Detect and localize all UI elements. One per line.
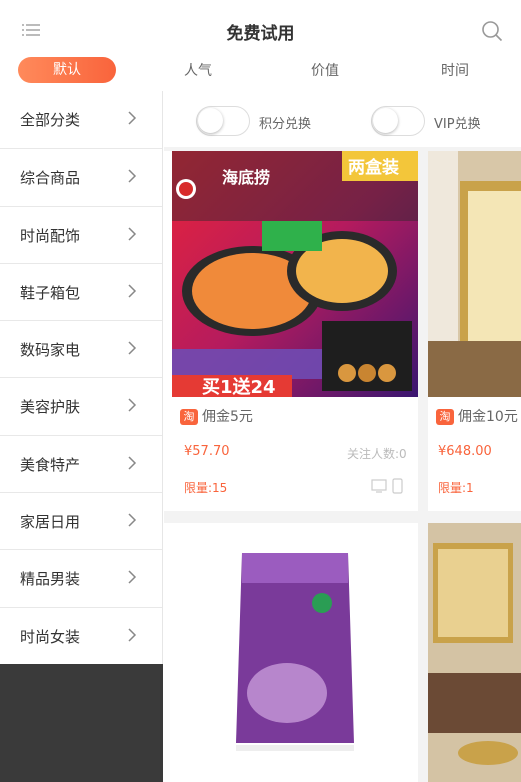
chevron-right-icon bbox=[128, 111, 137, 125]
chevron-right-icon bbox=[128, 284, 137, 298]
chevron-right-icon bbox=[128, 227, 137, 241]
vip-exchange-toggle[interactable] bbox=[371, 106, 425, 136]
quantity-limit: 限量:1 bbox=[438, 481, 474, 495]
product-card[interactable] bbox=[164, 523, 418, 782]
commission-label: 淘佣金10元 bbox=[436, 406, 518, 426]
product-image: 海底捞 两盒装 买1送24 bbox=[172, 151, 418, 397]
product-card[interactable]: 淘佣金10元 ¥648.00 限量:1 bbox=[428, 151, 521, 511]
tab-default[interactable]: 默认 bbox=[18, 57, 116, 83]
commission-text: 佣金5元 bbox=[202, 409, 253, 425]
page-title: 免费试用 bbox=[226, 24, 295, 44]
sidebar-item-home[interactable]: 家居日用 bbox=[0, 492, 162, 549]
sidebar-item-label: 美食特产 bbox=[20, 455, 81, 474]
product-list: 积分兑换 VIP兑换 海底捞 两盒装 买1送24 淘 佣金5元 ¥57.70 关… bbox=[164, 91, 521, 782]
commission-tag-icon: 淘 bbox=[436, 409, 454, 425]
sidebar-item-beauty[interactable]: 美容护肤 bbox=[0, 377, 162, 434]
sidebar-item-label: 综合商品 bbox=[20, 169, 81, 188]
sidebar-item-food[interactable]: 美食特产 bbox=[0, 434, 162, 492]
commission-tag-icon: 淘 bbox=[180, 409, 198, 425]
tab-popularity[interactable]: 人气 bbox=[184, 60, 212, 80]
product-card[interactable]: 海底捞 两盒装 买1送24 淘佣金5元 ¥57.70 关注人数:0 限量:15 bbox=[164, 151, 418, 511]
sidebar-item-all[interactable]: 全部分类 bbox=[0, 91, 162, 148]
commission-text: 佣金10元 bbox=[458, 409, 518, 425]
product-image bbox=[172, 523, 418, 782]
image-promo-text: 买1送24 bbox=[202, 376, 276, 397]
sidebar-item-label: 精品男装 bbox=[20, 570, 81, 589]
chevron-right-icon bbox=[128, 169, 137, 183]
tab-time[interactable]: 时间 bbox=[441, 60, 469, 80]
filter-toggles: 积分兑换 VIP兑换 bbox=[164, 91, 521, 147]
search-icon[interactable] bbox=[481, 20, 503, 42]
sidebar-item-accessories[interactable]: 时尚配饰 bbox=[0, 205, 162, 263]
sidebar-item-label: 时尚配饰 bbox=[20, 226, 81, 245]
sort-tabs: 默认 人气 价值 时间 bbox=[0, 55, 521, 91]
sidebar-item-label: 时尚女装 bbox=[20, 627, 81, 646]
sidebar-item-general[interactable]: 综合商品 bbox=[0, 148, 162, 205]
commission-label: 淘佣金5元 bbox=[180, 406, 253, 426]
product-image bbox=[428, 151, 521, 397]
chevron-right-icon bbox=[128, 570, 137, 584]
follow-count: 关注人数:0 bbox=[347, 447, 407, 461]
price: ¥648.00 bbox=[438, 444, 492, 459]
points-exchange-toggle[interactable] bbox=[196, 106, 250, 136]
chevron-right-icon bbox=[128, 628, 137, 642]
image-brand-text: 海底捞 bbox=[222, 168, 270, 187]
sidebar-item-menswear[interactable]: 精品男装 bbox=[0, 549, 162, 606]
sidebar-item-label: 鞋子箱包 bbox=[20, 283, 81, 302]
product-card[interactable] bbox=[428, 523, 521, 782]
chevron-right-icon bbox=[128, 341, 137, 355]
points-exchange-label: 积分兑换 bbox=[259, 117, 312, 132]
sidebar-item-label: 全部分类 bbox=[20, 111, 81, 129]
chevron-right-icon bbox=[128, 513, 137, 527]
sidebar-empty-area bbox=[0, 664, 163, 782]
price: ¥57.70 bbox=[184, 444, 230, 459]
vip-exchange-label: VIP兑换 bbox=[434, 117, 481, 132]
tab-value[interactable]: 价值 bbox=[311, 60, 339, 80]
sidebar-item-shoes-bags[interactable]: 鞋子箱包 bbox=[0, 262, 162, 320]
sidebar-item-womenswear[interactable]: 时尚女装 bbox=[0, 606, 162, 664]
chevron-right-icon bbox=[128, 398, 137, 413]
product-image bbox=[428, 523, 521, 782]
sidebar-item-label: 数码家电 bbox=[20, 341, 81, 360]
top-bar: 免费试用 bbox=[0, 0, 521, 58]
sidebar-item-electronics[interactable]: 数码家电 bbox=[0, 320, 162, 377]
sidebar-item-label: 美容护肤 bbox=[20, 398, 81, 417]
chevron-right-icon bbox=[128, 456, 137, 470]
device-icon bbox=[371, 478, 403, 494]
quantity-limit: 限量:15 bbox=[184, 481, 228, 495]
sidebar-item-label: 家居日用 bbox=[20, 513, 81, 532]
image-box-text: 两盒装 bbox=[348, 157, 399, 178]
